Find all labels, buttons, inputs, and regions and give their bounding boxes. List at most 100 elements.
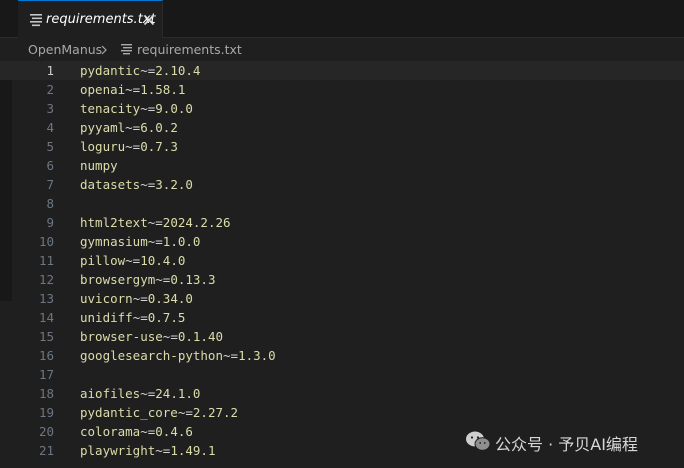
line-text: uvicorn~=0.34.0 bbox=[80, 289, 193, 308]
version-operator: ~= bbox=[177, 405, 193, 420]
package-name: loguru bbox=[80, 139, 126, 154]
lines-file-icon bbox=[30, 14, 42, 27]
version-operator: ~= bbox=[140, 386, 156, 401]
version-operator: ~= bbox=[140, 177, 156, 192]
package-name: aiofiles bbox=[80, 386, 141, 401]
package-name: pydantic bbox=[80, 63, 141, 78]
version-operator: ~= bbox=[132, 291, 148, 306]
code-line[interactable]: 1 pydantic~=2.10.4 bbox=[0, 61, 684, 80]
tab-label: requirements.txt bbox=[46, 12, 156, 27]
code-line[interactable]: 19 pydantic_core~=2.27.2 bbox=[0, 403, 684, 422]
line-number: 6 bbox=[46, 158, 54, 173]
line-number: 8 bbox=[46, 196, 54, 211]
code-line[interactable]: 6 numpy bbox=[0, 156, 684, 175]
version-number: 2.10.4 bbox=[155, 63, 201, 78]
code-line[interactable]: 5 loguru~=0.7.3 bbox=[0, 137, 684, 156]
code-line[interactable]: 15 browser-use~=0.1.40 bbox=[0, 327, 684, 346]
line-number: 9 bbox=[46, 215, 54, 230]
version-operator: ~= bbox=[125, 120, 141, 135]
tab-bar: requirements.txt bbox=[0, 0, 684, 38]
code-line[interactable]: 10 gymnasium~=1.0.0 bbox=[0, 232, 684, 251]
line-text: aiofiles~=24.1.0 bbox=[80, 384, 200, 403]
line-number: 20 bbox=[38, 424, 54, 439]
code-line[interactable]: 12 browsergym~=0.13.3 bbox=[0, 270, 684, 289]
version-number: 2024.2.26 bbox=[162, 215, 231, 230]
code-line[interactable]: 9 html2text~=2024.2.26 bbox=[0, 213, 684, 232]
version-operator: ~= bbox=[125, 139, 141, 154]
line-text: colorama~=0.4.6 bbox=[80, 422, 193, 441]
close-icon[interactable] bbox=[142, 13, 156, 27]
code-line[interactable]: 17 bbox=[0, 365, 684, 384]
package-name: datasets bbox=[80, 177, 141, 192]
package-name: pillow bbox=[80, 253, 126, 268]
package-name: pydantic_core bbox=[80, 405, 178, 420]
line-number: 5 bbox=[46, 139, 54, 154]
version-operator: ~= bbox=[125, 82, 141, 97]
line-text: pydantic~=2.10.4 bbox=[80, 61, 200, 80]
line-text: pydantic_core~=2.27.2 bbox=[80, 403, 238, 422]
version-number: 0.7.5 bbox=[147, 310, 186, 325]
code-line[interactable]: 16 googlesearch-python~=1.3.0 bbox=[0, 346, 684, 365]
chevron-right-icon bbox=[101, 45, 107, 55]
tab-requirements-txt[interactable]: requirements.txt bbox=[18, 0, 163, 38]
package-name: html2text bbox=[80, 215, 148, 230]
version-operator: ~= bbox=[147, 215, 163, 230]
breadcrumb: OpenManus requirements.txt bbox=[0, 38, 684, 60]
version-operator: ~= bbox=[140, 424, 156, 439]
line-text: unidiff~=0.7.5 bbox=[80, 308, 185, 327]
version-number: 0.7.3 bbox=[140, 139, 178, 154]
code-line[interactable]: 13 uvicorn~=0.34.0 bbox=[0, 289, 684, 308]
code-line[interactable]: 14 unidiff~=0.7.5 bbox=[0, 308, 684, 327]
line-text: numpy bbox=[80, 156, 118, 175]
line-text: browsergym~=0.13.3 bbox=[80, 270, 215, 289]
line-text: googlesearch-python~=1.3.0 bbox=[80, 346, 276, 365]
version-number: 9.0.0 bbox=[155, 101, 193, 116]
package-name: openai bbox=[80, 82, 126, 97]
package-name: unidiff bbox=[80, 310, 133, 325]
line-number: 18 bbox=[38, 386, 54, 401]
package-name: uvicorn bbox=[80, 291, 133, 306]
line-text: loguru~=0.7.3 bbox=[80, 137, 178, 156]
package-name: googlesearch-python bbox=[80, 348, 223, 363]
version-number: 0.1.40 bbox=[177, 329, 224, 344]
code-line[interactable]: 7 datasets~=3.2.0 bbox=[0, 175, 684, 194]
line-number: 16 bbox=[38, 348, 54, 363]
line-text: gymnasium~=1.0.0 bbox=[80, 232, 200, 251]
version-operator: ~= bbox=[140, 101, 156, 116]
line-number: 17 bbox=[38, 367, 54, 382]
version-number: 6.0.2 bbox=[140, 120, 178, 135]
version-number: 1.49.1 bbox=[170, 443, 216, 458]
version-operator: ~= bbox=[132, 310, 148, 325]
lines-file-icon bbox=[121, 44, 132, 55]
line-number: 1 bbox=[46, 63, 54, 78]
version-operator: ~= bbox=[140, 63, 156, 78]
code-line[interactable]: 11 pillow~=10.4.0 bbox=[0, 251, 684, 270]
package-name: colorama bbox=[80, 424, 141, 439]
line-text: pyyaml~=6.0.2 bbox=[80, 118, 178, 137]
package-name: browser-use bbox=[80, 329, 163, 344]
version-number: 3.2.0 bbox=[155, 177, 193, 192]
code-line[interactable]: 3 tenacity~=9.0.0 bbox=[0, 99, 684, 118]
line-number: 13 bbox=[38, 291, 54, 306]
code-line[interactable]: 8 bbox=[0, 194, 684, 213]
code-line[interactable]: 18 aiofiles~=24.1.0 bbox=[0, 384, 684, 403]
version-number: 0.34.0 bbox=[147, 291, 193, 306]
version-number: 24.1.0 bbox=[155, 386, 201, 401]
version-operator: ~= bbox=[155, 272, 171, 287]
version-number: 1.3.0 bbox=[238, 348, 276, 363]
code-editor[interactable]: 1 pydantic~=2.10.4 2 openai~=1.58.1 3 tenacit… bbox=[0, 61, 684, 468]
version-operator: ~= bbox=[223, 348, 239, 363]
code-line[interactable]: 2 openai~=1.58.1 bbox=[0, 80, 684, 99]
version-operator: ~= bbox=[147, 234, 163, 249]
package-name: numpy bbox=[80, 158, 118, 173]
breadcrumb-file[interactable]: requirements.txt bbox=[137, 42, 242, 57]
line-number: 10 bbox=[38, 234, 54, 249]
package-name: gymnasium bbox=[80, 234, 148, 249]
code-line[interactable]: 4 pyyaml~=6.0.2 bbox=[0, 118, 684, 137]
line-number: 21 bbox=[38, 443, 54, 458]
package-name: tenacity bbox=[80, 101, 141, 116]
package-name: pyyaml bbox=[80, 120, 126, 135]
breadcrumb-folder[interactable]: OpenManus bbox=[28, 42, 102, 57]
line-text: html2text~=2024.2.26 bbox=[80, 213, 231, 232]
version-number: 1.0.0 bbox=[162, 234, 201, 249]
